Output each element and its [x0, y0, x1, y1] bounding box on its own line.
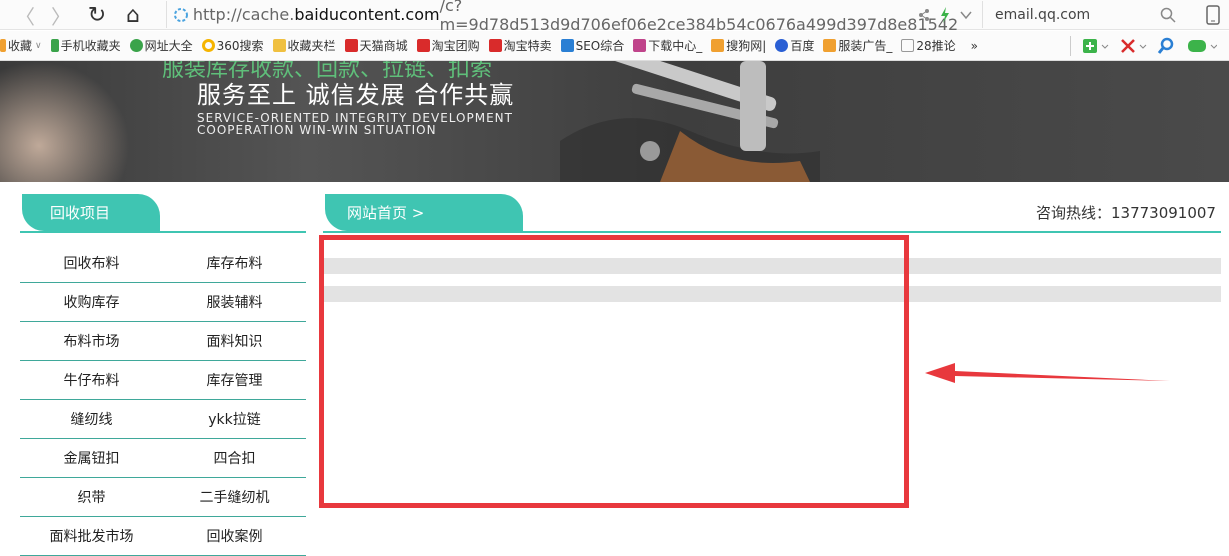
menu-link[interactable]: 回收案例 [163, 526, 306, 546]
gamepad-icon[interactable] [1187, 37, 1217, 55]
menu-row: 金属钮扣 四合扣 [20, 439, 306, 478]
menu-link[interactable]: 库存布料 [163, 253, 306, 273]
breadcrumb-tab: 网站首页 > [325, 194, 523, 231]
menu-row: 布料市场 面料知识 [20, 322, 306, 361]
sogou-icon [711, 39, 725, 52]
address-bar[interactable]: http://cache. baiducontent.com/c?m=9d78d5… [166, 0, 976, 34]
banner-english-line-2: COOPERATION WIN-WIN SITUATION [197, 123, 437, 137]
clothing-ad-icon [823, 39, 837, 52]
menu-link[interactable]: 库存管理 [163, 370, 306, 390]
url-prefix: http://cache. [192, 5, 295, 24]
add-extension-icon[interactable] [1081, 37, 1109, 55]
sidebar-title-tab: 回收项目 [22, 194, 160, 231]
url-rest: /c?m=9d78d513d9d706ef06e2ce384b54c0676a4… [439, 0, 959, 34]
forward-button[interactable]: 〉 [48, 2, 74, 29]
search-text: email.qq.com [995, 6, 1091, 23]
menu-link[interactable]: 面料知识 [163, 331, 306, 351]
home-icon: ⌂ [126, 2, 140, 28]
menu-row: 牛仔布料 库存管理 [20, 361, 306, 400]
sidebar-divider [20, 231, 306, 233]
page-icon [901, 39, 915, 52]
download-icon [633, 39, 647, 52]
hotline-text: 咨询热线：13773091007 [1036, 204, 1216, 222]
annotation-arrow-icon [925, 363, 1170, 383]
menu-link[interactable]: 面料批发市场 [20, 526, 163, 546]
bookmark-item[interactable]: 淘宝特卖 [488, 37, 552, 54]
share-icon[interactable] [918, 8, 930, 22]
menu-link[interactable]: 缝纫线 [20, 409, 163, 429]
bookmark-item[interactable]: 服装广告_ [823, 37, 892, 54]
tmall-icon [344, 39, 358, 52]
taobao-icon [416, 39, 430, 52]
page-loading-icon [174, 7, 188, 22]
search-input[interactable]: email.qq.com [982, 1, 1186, 28]
menu-row: 收购库存 服装辅料 [20, 283, 306, 322]
back-arrow-icon: 〈 [15, 4, 35, 29]
menu-link[interactable]: 布料市场 [20, 331, 163, 351]
menu-row: 缝纫线 ykk拉链 [20, 400, 306, 439]
menu-link[interactable]: 服装辅料 [163, 292, 306, 312]
bookmark-item[interactable]: SEO综合 [560, 37, 624, 54]
magnifier-icon[interactable] [1157, 37, 1177, 55]
sidebar-title: 回收项目 [50, 204, 111, 222]
bookmark-item[interactable]: 手机收藏夹 [50, 37, 121, 54]
highlight-box [319, 235, 909, 508]
menu-link[interactable]: 四合扣 [163, 448, 306, 468]
menu-link[interactable]: 牛仔布料 [20, 370, 163, 390]
bookmark-item[interactable]: 28推论 [901, 37, 956, 54]
globe-icon [129, 39, 143, 52]
menu-link[interactable]: 织带 [20, 487, 163, 507]
reload-icon: ↻ [87, 2, 107, 28]
bookmark-icon [0, 39, 6, 52]
scissors-icon[interactable] [1119, 37, 1147, 55]
bookmark-item[interactable]: 网址大全 [129, 37, 193, 54]
sewing-machine-image [560, 61, 820, 182]
bookmark-item[interactable]: 搜狗网| [711, 37, 766, 54]
content-divider [323, 231, 1221, 233]
toolbar-extensions [1070, 31, 1217, 60]
category-menu: 回收布料 库存布料 收购库存 服装辅料 布料市场 面料知识 牛仔布料 库存管理 缝纫线 y… [20, 244, 306, 556]
folder-icon [272, 39, 286, 52]
bookmark-item[interactable]: 天猫商城 [344, 37, 408, 54]
reload-button[interactable]: ↻ [84, 2, 110, 28]
bookmark-item[interactable]: 收藏夹栏 [272, 37, 336, 54]
url-domain: baiducontent.com [294, 5, 440, 24]
menu-row: 面料批发市场 回收案例 [20, 517, 306, 556]
dropdown-chevron-icon[interactable] [960, 10, 972, 20]
bookmark-item[interactable]: 360搜索 [201, 37, 264, 54]
forward-arrow-icon: 〉 [51, 4, 71, 29]
back-button[interactable]: 〈 [12, 2, 38, 29]
breadcrumb-home-link[interactable]: 网站首页 > [347, 202, 424, 223]
bookmarks-bar: 收藏 ∨ 手机收藏夹 网址大全 360搜索 收藏夹栏 天猫商城 淘宝团购 淘宝特卖… [0, 31, 1229, 61]
paw-icon [775, 39, 789, 52]
seo-icon [560, 39, 574, 52]
home-button[interactable]: ⌂ [120, 2, 146, 28]
360-icon [201, 39, 215, 52]
mobile-icon[interactable] [1206, 5, 1220, 25]
bookmark-item[interactable]: 百度 [775, 37, 814, 54]
menu-row: 织带 二手缝纫机 [20, 478, 306, 517]
bookmark-item[interactable]: 下载中心_ [633, 37, 702, 54]
menu-link[interactable]: 收购库存 [20, 292, 163, 312]
bookmark-item[interactable]: 收藏 ∨ [0, 37, 42, 54]
phone-icon [50, 39, 59, 52]
bookmark-item[interactable]: 淘宝团购 [416, 37, 480, 54]
menu-row: 回收布料 库存布料 [20, 244, 306, 283]
menu-link[interactable]: 回收布料 [20, 253, 163, 273]
browser-toolbar: 〈 〉 ↻ ⌂ http://cache. baiducontent.com/c?… [0, 0, 1229, 34]
hand-image [0, 61, 130, 182]
search-icon[interactable] [1160, 7, 1176, 23]
taobao-icon [488, 39, 502, 52]
lightning-icon[interactable] [940, 6, 950, 23]
banner-slogan: 服务至上 诚信发展 合作共赢 [197, 81, 515, 109]
hero-banner: 服装库存收款、回款、拉链、扣索 服务至上 诚信发展 合作共赢 SERVICE-O… [0, 61, 1229, 182]
menu-link[interactable]: 金属钮扣 [20, 448, 163, 468]
menu-link[interactable]: ykk拉链 [163, 409, 306, 429]
bookmarks-more-button[interactable]: » [971, 39, 978, 53]
menu-link[interactable]: 二手缝纫机 [163, 487, 306, 507]
